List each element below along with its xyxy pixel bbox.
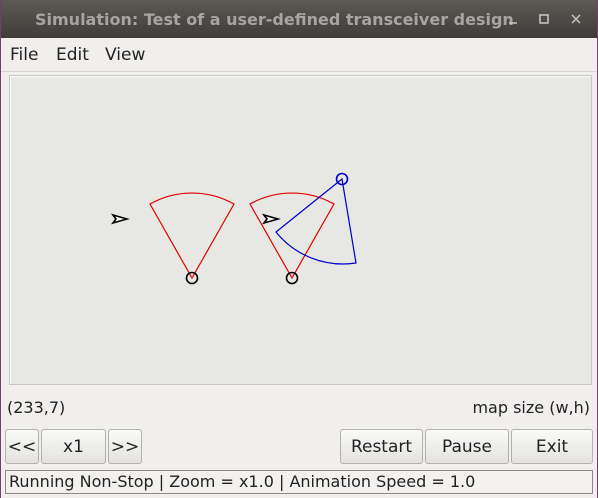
simulation-drawing bbox=[110, 172, 357, 285]
receiver-2-sector bbox=[249, 192, 335, 280]
receiver-1[interactable] bbox=[149, 192, 235, 285]
transmitter-1-icon[interactable] bbox=[110, 213, 130, 225]
step-back-button[interactable]: << bbox=[5, 429, 39, 464]
restart-button[interactable]: Restart bbox=[340, 429, 423, 464]
simulation-window: Simulation: Test of a user-defined trans… bbox=[1, 0, 597, 498]
exit-button[interactable]: Exit bbox=[511, 429, 593, 464]
menu-file[interactable]: File bbox=[10, 45, 38, 65]
map-size-label: map size (w,h) bbox=[472, 398, 590, 417]
pause-button[interactable]: Pause bbox=[425, 429, 509, 464]
simulation-canvas[interactable] bbox=[9, 75, 592, 385]
maximize-icon[interactable] bbox=[534, 9, 554, 29]
status-text: Running Non-Stop | Zoom = x1.0 | Animati… bbox=[9, 472, 476, 491]
step-forward-button[interactable]: >> bbox=[108, 429, 142, 464]
receiver-2[interactable] bbox=[249, 192, 335, 285]
cursor-coordinates: (233,7) bbox=[7, 398, 66, 417]
status-bar: Running Non-Stop | Zoom = x1.0 | Animati… bbox=[5, 470, 593, 494]
transceiver-3-sector bbox=[275, 177, 357, 265]
menu-view[interactable]: View bbox=[105, 45, 145, 65]
transceiver-3[interactable] bbox=[275, 172, 357, 265]
close-icon[interactable] bbox=[566, 9, 586, 29]
transmitter-2-icon[interactable] bbox=[261, 213, 281, 225]
menu-bar: File Edit View bbox=[1, 38, 597, 72]
speed-button[interactable]: x1 bbox=[41, 429, 106, 464]
menu-edit[interactable]: Edit bbox=[56, 45, 89, 65]
minimize-icon[interactable] bbox=[503, 9, 523, 29]
receiver-1-sector bbox=[149, 192, 235, 280]
title-bar: Simulation: Test of a user-defined trans… bbox=[1, 0, 597, 38]
window-title: Simulation: Test of a user-defined trans… bbox=[35, 10, 514, 29]
